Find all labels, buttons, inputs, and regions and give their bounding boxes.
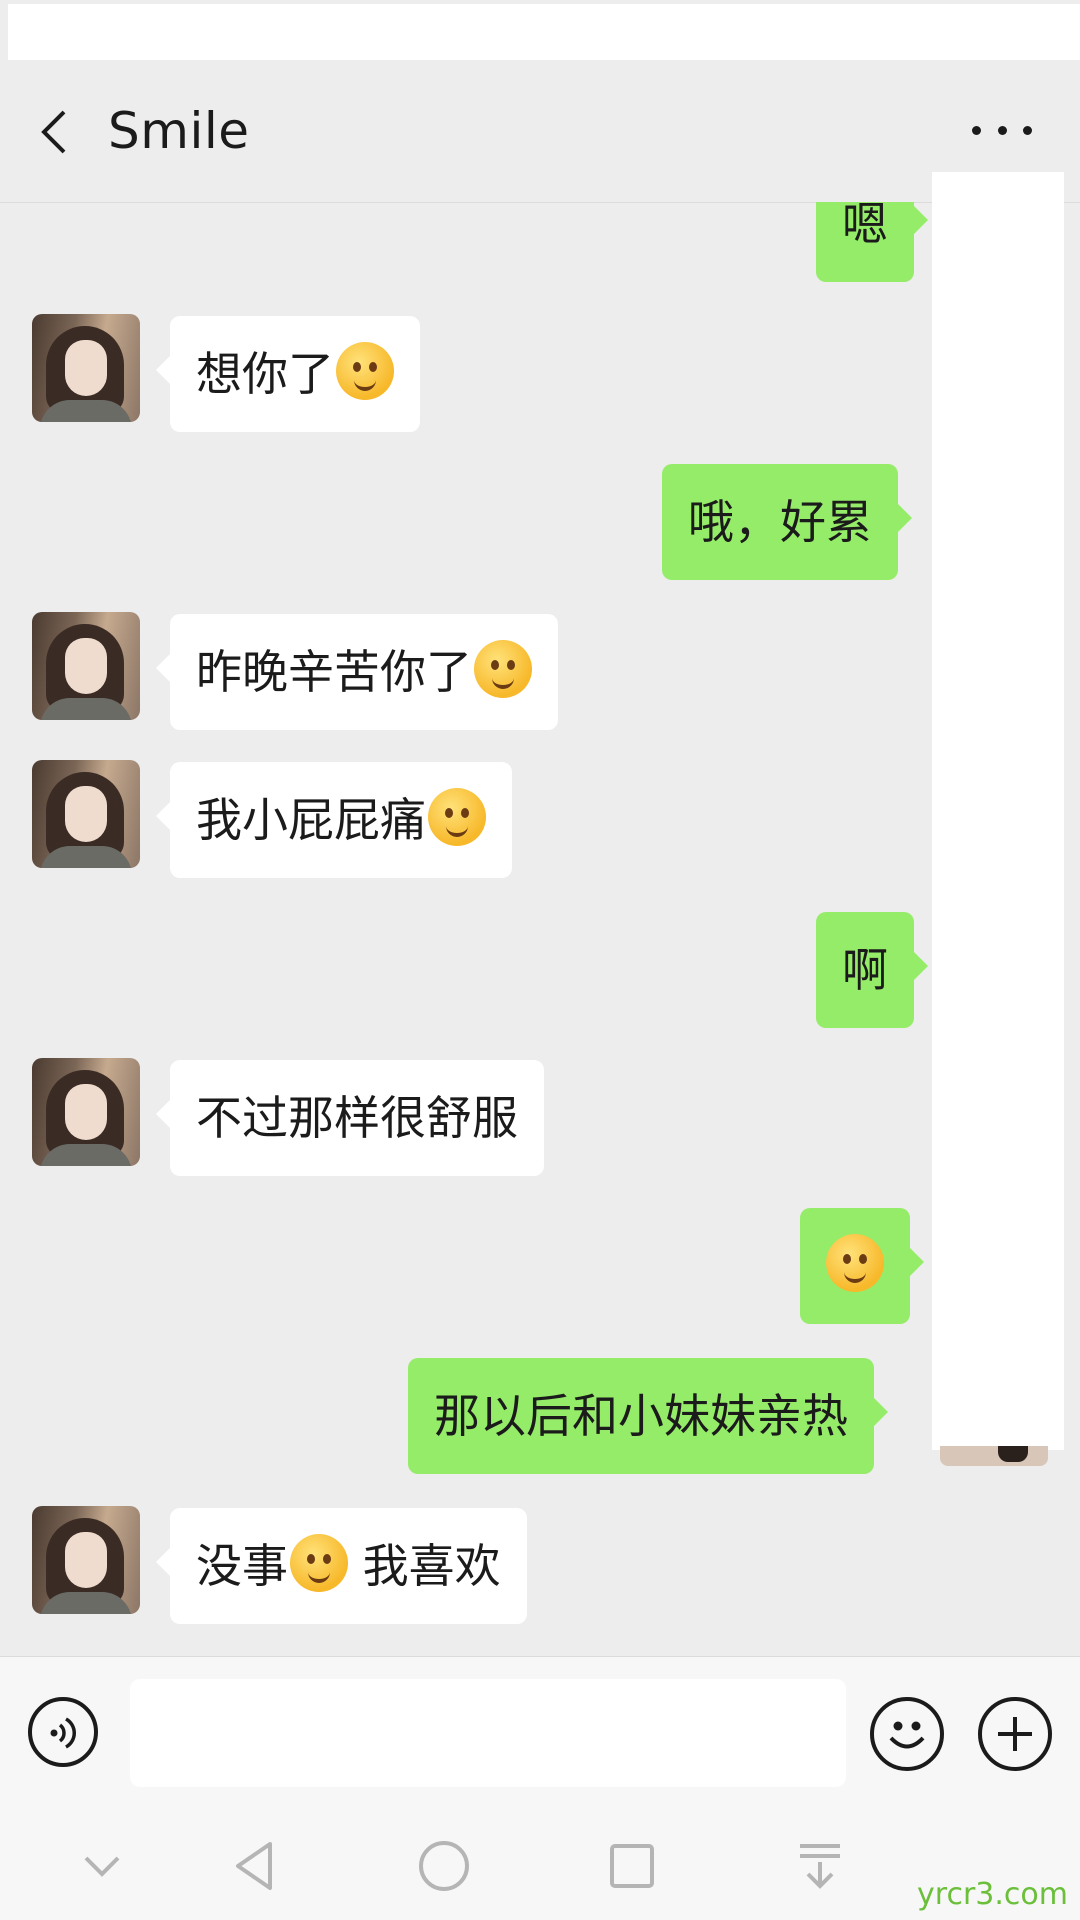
message-text-after: 我喜欢 xyxy=(348,1539,501,1593)
message-bubble[interactable]: 那以后和小妹妹亲热 xyxy=(408,1358,888,1474)
chat-title: Smile xyxy=(108,102,250,160)
back-triangle-icon[interactable] xyxy=(226,1836,286,1896)
message-bubble[interactable] xyxy=(800,1208,924,1324)
kissing-heart-emoji xyxy=(336,342,394,400)
grinning-emoji xyxy=(290,1534,348,1592)
message-bubble[interactable]: 嗯 xyxy=(816,202,928,282)
message-text: 那以后和小妹妹亲热 xyxy=(434,1389,848,1443)
status-bar-cover xyxy=(8,4,1080,60)
message-text: 哦，好累 xyxy=(688,495,872,549)
message-text: 我小屁屁痛 xyxy=(196,793,426,847)
message-bubble[interactable]: 不过那样很舒服 xyxy=(156,1060,544,1176)
watermark: yrcr3.com xyxy=(917,1877,1068,1912)
message-text: 不过那样很舒服 xyxy=(196,1091,518,1145)
user-avatar[interactable] xyxy=(940,1446,1048,1466)
status-bar xyxy=(0,0,1080,62)
redaction-panel xyxy=(932,172,1064,1450)
crying-emoji xyxy=(428,788,486,846)
message-bubble[interactable]: 啊 xyxy=(816,912,928,1028)
blushing-smile-emoji xyxy=(826,1234,884,1292)
plus-button[interactable] xyxy=(978,1697,1052,1771)
message-text: 没事 xyxy=(196,1539,288,1593)
message-text: 嗯 xyxy=(842,202,888,251)
winking-tongue-emoji xyxy=(474,640,532,698)
home-circle-icon[interactable] xyxy=(414,1836,474,1896)
more-dots-icon xyxy=(972,125,981,135)
collapse-icon[interactable] xyxy=(72,1836,132,1896)
message-bubble[interactable]: 想你了 xyxy=(156,316,420,432)
voice-icon xyxy=(50,1717,76,1749)
back-button[interactable] xyxy=(30,106,82,158)
message-text: 啊 xyxy=(842,943,888,997)
input-bar xyxy=(0,1656,1080,1807)
plus-icon xyxy=(998,1717,1032,1751)
chat-header: Smile xyxy=(0,62,1080,203)
emoji-icon xyxy=(889,1721,925,1749)
message-bubble[interactable]: 哦，好累 xyxy=(662,464,912,580)
message-bubble[interactable]: 没事 我喜欢 xyxy=(156,1508,527,1624)
message-input[interactable] xyxy=(130,1679,846,1787)
message-text: 昨晚辛苦你了 xyxy=(196,645,472,699)
contact-avatar[interactable] xyxy=(32,612,140,720)
contact-avatar[interactable] xyxy=(32,760,140,868)
contact-avatar[interactable] xyxy=(32,314,140,422)
contact-avatar[interactable] xyxy=(32,1058,140,1166)
message-text: 想你了 xyxy=(196,347,334,401)
contact-avatar[interactable] xyxy=(32,1506,140,1614)
download-icon[interactable] xyxy=(790,1836,850,1896)
message-bubble[interactable]: 我小屁屁痛 xyxy=(156,762,512,878)
recents-square-icon[interactable] xyxy=(602,1836,662,1896)
message-list[interactable]: 嗯 想你了 哦，好累 昨晚辛苦你了 我小屁屁痛 啊 不过那样很舒服 那以后和小妹… xyxy=(0,202,1080,1656)
system-nav-bar: yrcr3.com xyxy=(0,1806,1080,1920)
message-bubble[interactable]: 昨晚辛苦你了 xyxy=(156,614,558,730)
voice-button[interactable] xyxy=(28,1697,98,1767)
more-button[interactable] xyxy=(972,108,1032,152)
chevron-left-icon xyxy=(41,110,66,154)
emoji-button[interactable] xyxy=(870,1697,944,1771)
